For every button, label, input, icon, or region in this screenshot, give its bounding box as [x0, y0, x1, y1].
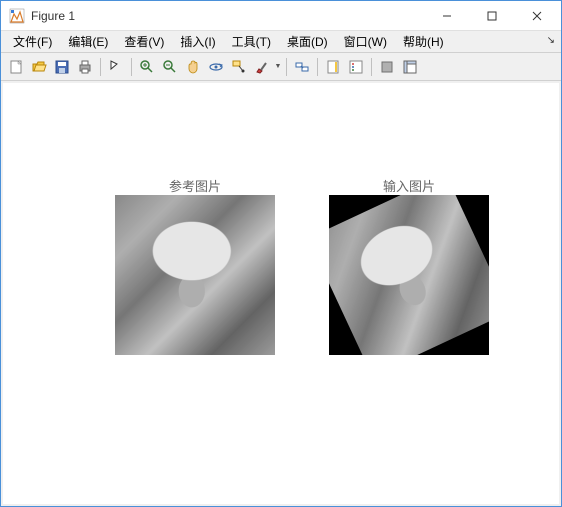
menu-tools[interactable]: 工具(T) [224, 31, 279, 52]
input-image-wrapper [329, 195, 489, 355]
close-button[interactable] [514, 1, 559, 30]
open-button[interactable] [28, 56, 50, 78]
app-icon [9, 8, 25, 24]
brush-dropdown[interactable]: ▼ [274, 63, 282, 70]
zoom-in-button[interactable] [136, 56, 158, 78]
menu-window[interactable]: 窗口(W) [336, 31, 395, 52]
figure-content-area: 参考图片 输入图片 [1, 81, 561, 506]
menu-desktop[interactable]: 桌面(D) [279, 31, 336, 52]
menu-help[interactable]: 帮助(H) [395, 31, 452, 52]
hide-plot-tools-button[interactable] [376, 56, 398, 78]
dock-arrow-icon[interactable]: ↘ [547, 35, 555, 46]
pan-button[interactable] [182, 56, 204, 78]
insert-legend-button[interactable] [345, 56, 367, 78]
toolbar-separator [131, 58, 132, 76]
subplot-left-title: 参考图片 [115, 176, 275, 195]
new-figure-button[interactable] [5, 56, 27, 78]
data-cursor-button[interactable] [228, 56, 250, 78]
subplot-right-title: 输入图片 [329, 176, 489, 195]
figure-canvas[interactable]: 参考图片 输入图片 [3, 83, 559, 504]
minimize-button[interactable] [424, 1, 469, 30]
menu-view[interactable]: 查看(V) [116, 31, 172, 52]
maximize-button[interactable] [469, 1, 514, 30]
titlebar: Figure 1 [1, 1, 561, 31]
menu-insert[interactable]: 插入(I) [172, 31, 223, 52]
menubar: 文件(F) 编辑(E) 查看(V) 插入(I) 工具(T) 桌面(D) 窗口(W… [1, 31, 561, 53]
subplot-left-image [115, 195, 275, 355]
menu-edit[interactable]: 编辑(E) [60, 31, 116, 52]
toolbar-separator [317, 58, 318, 76]
rotate-3d-button[interactable] [205, 56, 227, 78]
subplot-right-image [329, 195, 489, 355]
figure-window: Figure 1 文件(F) 编辑(E) 查看(V) 插入(I) 工具(T) 桌… [0, 0, 562, 507]
link-data-button[interactable] [291, 56, 313, 78]
input-image [329, 195, 489, 355]
edit-plot-button[interactable] [105, 56, 127, 78]
menu-file[interactable]: 文件(F) [5, 31, 60, 52]
insert-colorbar-button[interactable] [322, 56, 344, 78]
show-plot-tools-button[interactable] [399, 56, 421, 78]
brush-button[interactable] [251, 56, 273, 78]
toolbar: ▼ [1, 53, 561, 81]
toolbar-separator [100, 58, 101, 76]
print-button[interactable] [74, 56, 96, 78]
window-controls [424, 1, 559, 30]
zoom-out-button[interactable] [159, 56, 181, 78]
toolbar-separator [286, 58, 287, 76]
reference-image [115, 195, 275, 355]
window-title: Figure 1 [31, 9, 424, 23]
save-button[interactable] [51, 56, 73, 78]
toolbar-separator [371, 58, 372, 76]
